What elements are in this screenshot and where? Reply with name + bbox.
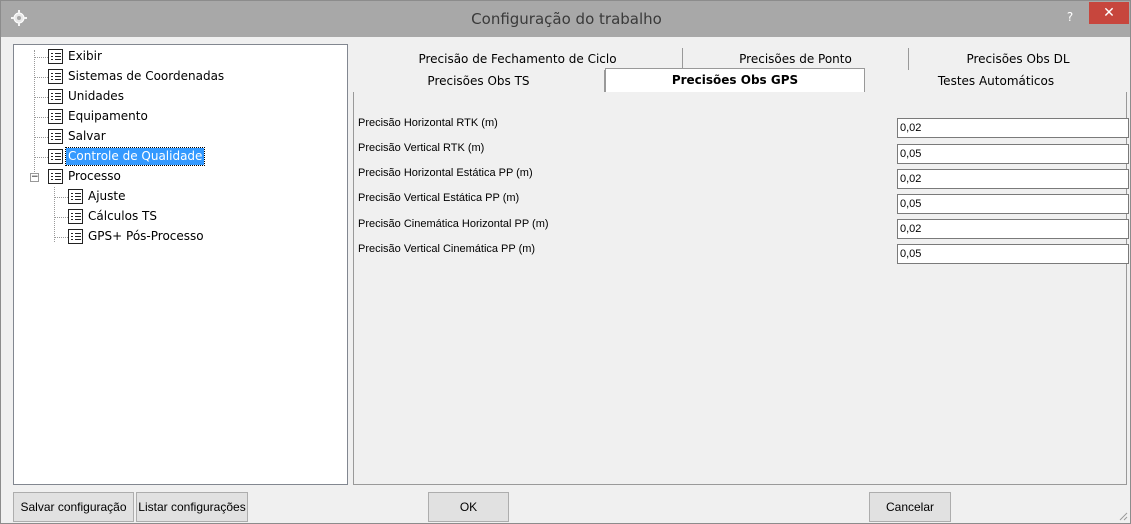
precisao-cinematica-horizontal-pp-label: Precisão Cinemática Horizontal PP (m)	[358, 218, 549, 230]
ok-label: OK	[459, 500, 478, 514]
tree-connector	[54, 217, 68, 218]
tree-item-label: Processo	[68, 169, 121, 183]
settings-tree[interactable]: Exibir Sistemas de Coordenadas Unidades …	[13, 44, 348, 485]
tab-panel-precisoes-obs-gps: Precisão Horizontal RTK (m) 0,02 Precisã…	[353, 92, 1129, 485]
tree-item-label: Cálculos TS	[88, 209, 157, 223]
list-configs-label: Listar configurações	[138, 500, 246, 514]
save-config-label: Salvar configuração	[20, 500, 127, 514]
precisao-cinematica-horizontal-pp-input[interactable]: 0,02	[897, 219, 1129, 239]
tab-row-lower: Precisões Obs TS Precisões Obs GPS Teste…	[353, 68, 1127, 92]
precisao-vertical-estatica-pp-label: Precisão Vertical Estática PP (m)	[358, 192, 520, 204]
list-icon	[68, 229, 83, 244]
tree-item-label: Equipamento	[68, 109, 148, 123]
tree-connector	[54, 237, 68, 238]
tab-precisoes-obs-ts[interactable]: Precisões Obs TS	[353, 70, 605, 92]
precisao-horizontal-rtk-input[interactable]: 0,02	[897, 118, 1129, 138]
list-icon	[48, 169, 63, 184]
title-bar[interactable]: Configuração do trabalho ? ✕	[1, 1, 1130, 37]
list-icon	[68, 209, 83, 224]
resize-grip-icon[interactable]	[1118, 511, 1128, 521]
tree-item-label: GPS+ Pós-Processo	[88, 229, 204, 243]
tree-item-label: Salvar	[68, 129, 106, 143]
tree-connector	[54, 197, 68, 198]
precisao-vertical-cinematica-pp-input[interactable]: 0,05	[897, 244, 1129, 264]
precisao-vertical-estatica-pp-input[interactable]: 0,05	[897, 194, 1129, 214]
tab-precisoes-de-ponto[interactable]: Precisões de Ponto	[683, 48, 909, 70]
precisao-vertical-cinematica-pp-label: Precisão Vertical Cinemática PP (m)	[358, 243, 536, 255]
tree-connector	[34, 137, 48, 138]
list-icon	[68, 189, 83, 204]
settings-content: Precisão de Fechamento de Ciclo Precisõe…	[353, 44, 1129, 485]
tree-connector	[54, 187, 55, 242]
ok-button[interactable]: OK	[428, 492, 509, 522]
tab-row-upper: Precisão de Fechamento de Ciclo Precisõe…	[353, 48, 1127, 70]
precisao-vertical-rtk-label: Precisão Vertical RTK (m)	[358, 142, 485, 154]
tree-connector	[34, 157, 48, 158]
tab-precisao-fechamento-ciclo[interactable]: Precisão de Fechamento de Ciclo	[353, 48, 683, 70]
tree-connector	[34, 57, 48, 58]
precisao-vertical-rtk-input[interactable]: 0,05	[897, 144, 1129, 164]
precisao-horizontal-rtk-label: Precisão Horizontal RTK (m)	[358, 117, 498, 129]
tree-connector	[34, 97, 48, 98]
tree-connector	[34, 77, 48, 78]
list-configs-button[interactable]: Listar configurações	[136, 492, 248, 522]
tab-testes-automaticos[interactable]: Testes Automáticos	[865, 70, 1127, 92]
close-button[interactable]: ✕	[1089, 2, 1129, 24]
collapse-toggle[interactable]: −	[30, 173, 39, 182]
tab-precisoes-obs-dl[interactable]: Precisões Obs DL	[909, 48, 1127, 70]
tab-precisoes-obs-gps[interactable]: Precisões Obs GPS	[605, 68, 865, 92]
list-icon	[48, 49, 63, 64]
list-icon	[48, 69, 63, 84]
precisao-horizontal-estatica-pp-label: Precisão Horizontal Estática PP (m)	[358, 167, 533, 179]
tree-item-label: Unidades	[68, 89, 124, 103]
tree-item-label: Sistemas de Coordenadas	[68, 69, 225, 83]
tree-connector	[34, 117, 48, 118]
list-icon	[48, 89, 63, 104]
cancel-button[interactable]: Cancelar	[869, 492, 951, 522]
window-title: Configuração do trabalho	[471, 10, 662, 28]
tree-item-label: Ajuste	[88, 189, 126, 203]
list-icon	[48, 149, 63, 164]
list-icon	[48, 129, 63, 144]
tree-item-label: Controle de Qualidade	[64, 147, 206, 166]
help-button[interactable]: ?	[1059, 7, 1081, 27]
tree-item-label: Exibir	[68, 49, 102, 63]
save-config-button[interactable]: Salvar configuração	[13, 492, 134, 522]
dialog-window: Configuração do trabalho ? ✕ Exibir Sist…	[0, 0, 1131, 524]
list-icon	[48, 109, 63, 124]
cancel-label: Cancelar	[885, 500, 935, 514]
precisao-horizontal-estatica-pp-input[interactable]: 0,02	[897, 169, 1129, 189]
